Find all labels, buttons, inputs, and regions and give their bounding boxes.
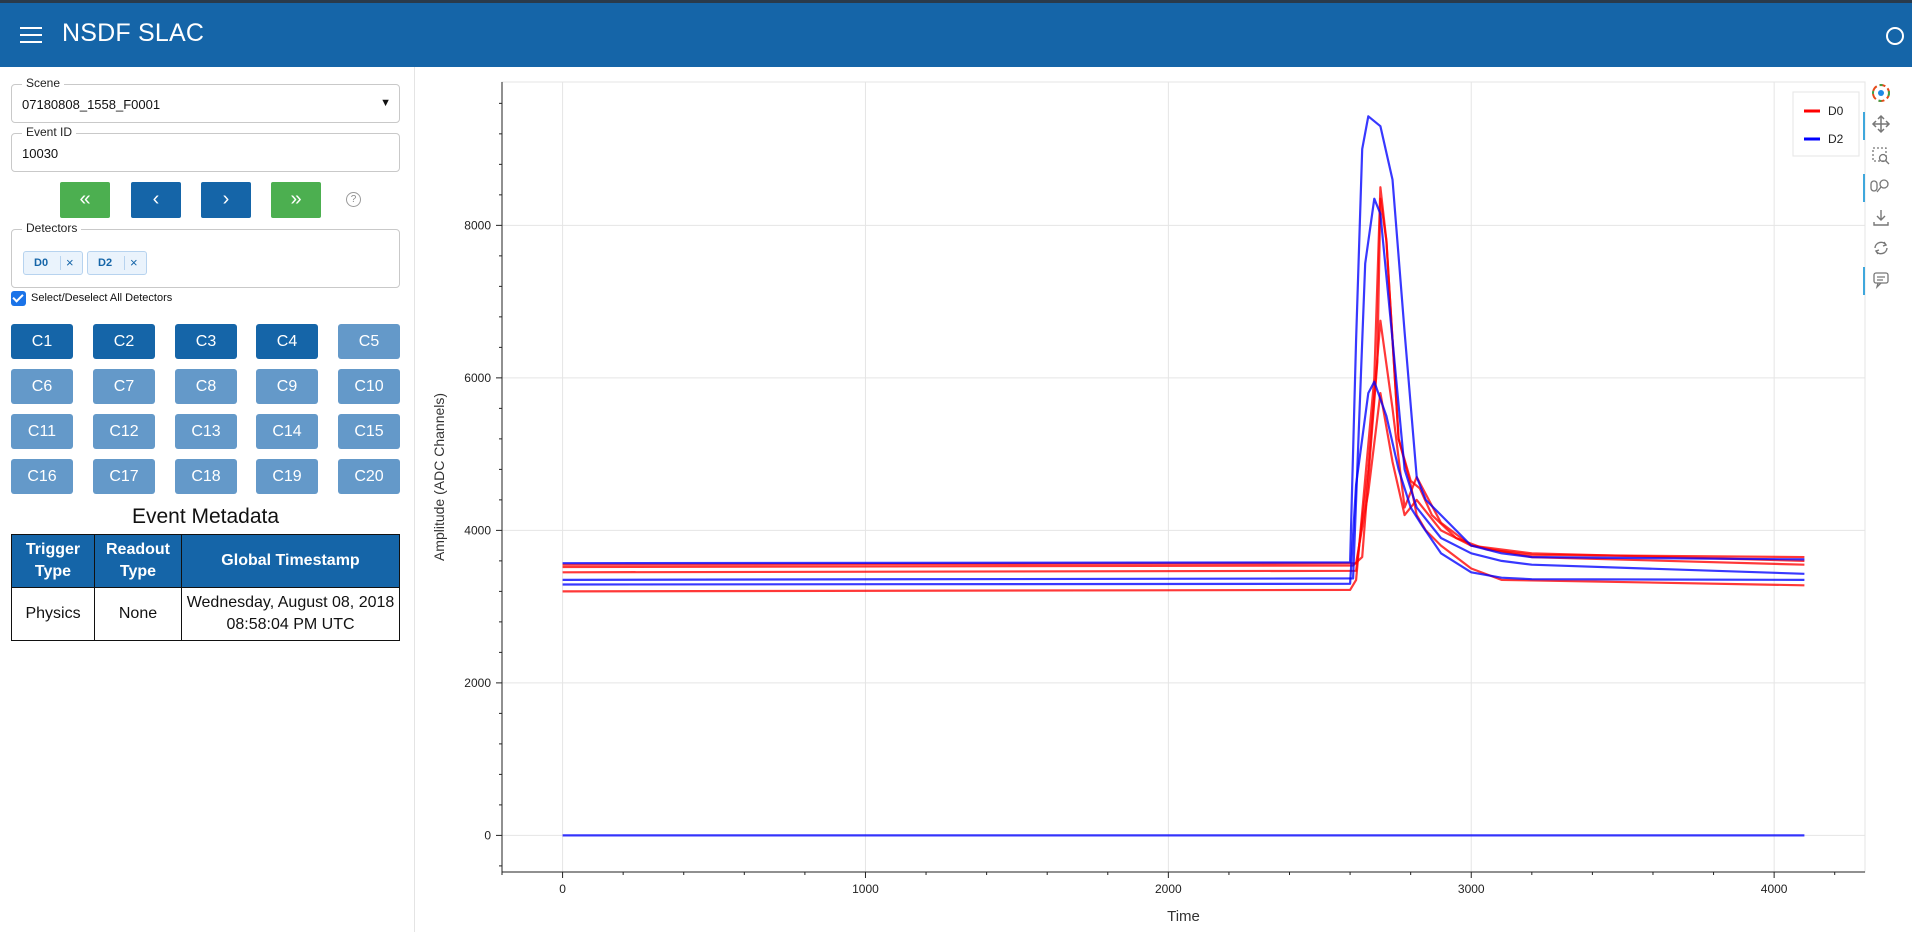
plot-toolbar bbox=[1863, 81, 1895, 301]
pan-icon[interactable] bbox=[1863, 112, 1895, 140]
x-tick-label: 3000 bbox=[1458, 882, 1485, 896]
sidebar: Scene 07180808_1558_F0001 ▼ Event ID 100… bbox=[0, 67, 415, 932]
channel-button-c1[interactable]: C1 bbox=[11, 324, 73, 359]
channel-button-c16[interactable]: C16 bbox=[11, 459, 73, 494]
previous-event-button[interactable]: ‹ bbox=[131, 182, 181, 218]
event-metadata-table: Trigger Type Readout Type Global Timesta… bbox=[11, 534, 400, 641]
channel-button-c10[interactable]: C10 bbox=[338, 369, 400, 404]
y-tick-label: 0 bbox=[484, 828, 491, 842]
app-title: NSDF SLAC bbox=[62, 19, 205, 47]
plot-area: 0 1000 2000 3000 4000 0 2000 4000 6000 8000 Time Am… bbox=[420, 67, 1912, 932]
last-event-button[interactable]: » bbox=[271, 182, 321, 218]
channel-button-c6[interactable]: C6 bbox=[11, 369, 73, 404]
x-tick-label: 4000 bbox=[1761, 882, 1788, 896]
y-axis-label: Amplitude (ADC Channels) bbox=[431, 393, 447, 561]
trigger-type-cell: Physics bbox=[11, 587, 95, 641]
reset-icon[interactable] bbox=[1865, 236, 1895, 260]
plot-frame bbox=[501, 81, 1866, 873]
detector-chip-d0: D0 × bbox=[23, 251, 83, 275]
table-header-row: Trigger Type Readout Type Global Timesta… bbox=[11, 534, 400, 588]
x-axis-label: Time bbox=[1167, 908, 1200, 925]
event-id-field[interactable]: Event ID 10030 bbox=[11, 125, 400, 172]
legend-box bbox=[1792, 91, 1860, 157]
detectors-label: Detectors bbox=[22, 221, 82, 235]
help-icon[interactable]: ? bbox=[346, 192, 361, 207]
y-tick-label: 4000 bbox=[464, 523, 491, 537]
waveform-chart[interactable]: 0 1000 2000 3000 4000 0 2000 4000 6000 8000 Time Am… bbox=[420, 67, 1912, 932]
channel-button-c17[interactable]: C17 bbox=[93, 459, 155, 494]
legend-label: D2 bbox=[1828, 132, 1844, 146]
event-id-value[interactable]: 10030 bbox=[22, 146, 58, 161]
menu-icon[interactable] bbox=[20, 27, 42, 43]
channel-button-c9[interactable]: C9 bbox=[256, 369, 318, 404]
x-tick-label: 1000 bbox=[852, 882, 879, 896]
channel-button-c19[interactable]: C19 bbox=[256, 459, 318, 494]
column-header: Global Timestamp bbox=[181, 534, 400, 588]
y-tick-label: 2000 bbox=[464, 676, 491, 690]
channel-button-c4[interactable]: C4 bbox=[256, 324, 318, 359]
channel-button-c8[interactable]: C8 bbox=[175, 369, 237, 404]
channel-button-c15[interactable]: C15 bbox=[338, 414, 400, 449]
select-all-label: Select/Deselect All Detectors bbox=[31, 292, 173, 304]
legend-label: D0 bbox=[1828, 104, 1844, 118]
wheel-zoom-icon[interactable] bbox=[1863, 174, 1895, 202]
table-row: Physics None Wednesday, August 08, 2018 0… bbox=[11, 587, 400, 641]
timestamp-cell: Wednesday, August 08, 2018 08:58:04 PM UT… bbox=[181, 587, 400, 641]
detector-chip-d2: D2 × bbox=[87, 251, 147, 275]
column-header: Trigger Type bbox=[11, 534, 95, 588]
remove-d0-icon[interactable]: × bbox=[66, 252, 74, 274]
first-event-button[interactable]: « bbox=[60, 182, 110, 218]
app-header: NSDF SLAC bbox=[0, 3, 1912, 67]
channel-button-c7[interactable]: C7 bbox=[93, 369, 155, 404]
hover-icon[interactable] bbox=[1863, 267, 1895, 295]
channel-button-c18[interactable]: C18 bbox=[175, 459, 237, 494]
scene-value: 07180808_1558_F0001 bbox=[22, 97, 161, 112]
select-all-checkbox[interactable] bbox=[11, 291, 26, 306]
channel-button-c12[interactable]: C12 bbox=[93, 414, 155, 449]
y-tick-label: 6000 bbox=[464, 371, 491, 385]
bokeh-logo-icon[interactable] bbox=[1865, 81, 1895, 105]
channel-button-c14[interactable]: C14 bbox=[256, 414, 318, 449]
readout-type-cell: None bbox=[94, 587, 182, 641]
scene-label: Scene bbox=[22, 76, 65, 90]
save-icon[interactable] bbox=[1865, 205, 1895, 229]
box-zoom-icon[interactable] bbox=[1865, 143, 1895, 167]
remove-d2-icon[interactable]: × bbox=[130, 252, 138, 274]
next-event-button[interactable]: › bbox=[201, 182, 251, 218]
x-tick-label: 2000 bbox=[1155, 882, 1182, 896]
x-tick-label: 0 bbox=[559, 882, 566, 896]
channel-button-c20[interactable]: C20 bbox=[338, 459, 400, 494]
channel-button-c13[interactable]: C13 bbox=[175, 414, 237, 449]
column-header: Readout Type bbox=[94, 534, 182, 588]
y-tick-label: 8000 bbox=[464, 218, 491, 232]
channel-button-c11[interactable]: C11 bbox=[11, 414, 73, 449]
event-metadata-title: Event Metadata bbox=[131, 505, 280, 528]
channel-button-c2[interactable]: C2 bbox=[93, 324, 155, 359]
status-circle-icon[interactable] bbox=[1886, 27, 1904, 45]
scene-select[interactable]: Scene 07180808_1558_F0001 ▼ bbox=[11, 76, 400, 123]
event-id-label: Event ID bbox=[22, 125, 77, 139]
channel-button-c3[interactable]: C3 bbox=[175, 324, 237, 359]
chevron-down-icon[interactable]: ▼ bbox=[380, 97, 391, 109]
channel-button-c5[interactable]: C5 bbox=[338, 324, 400, 359]
